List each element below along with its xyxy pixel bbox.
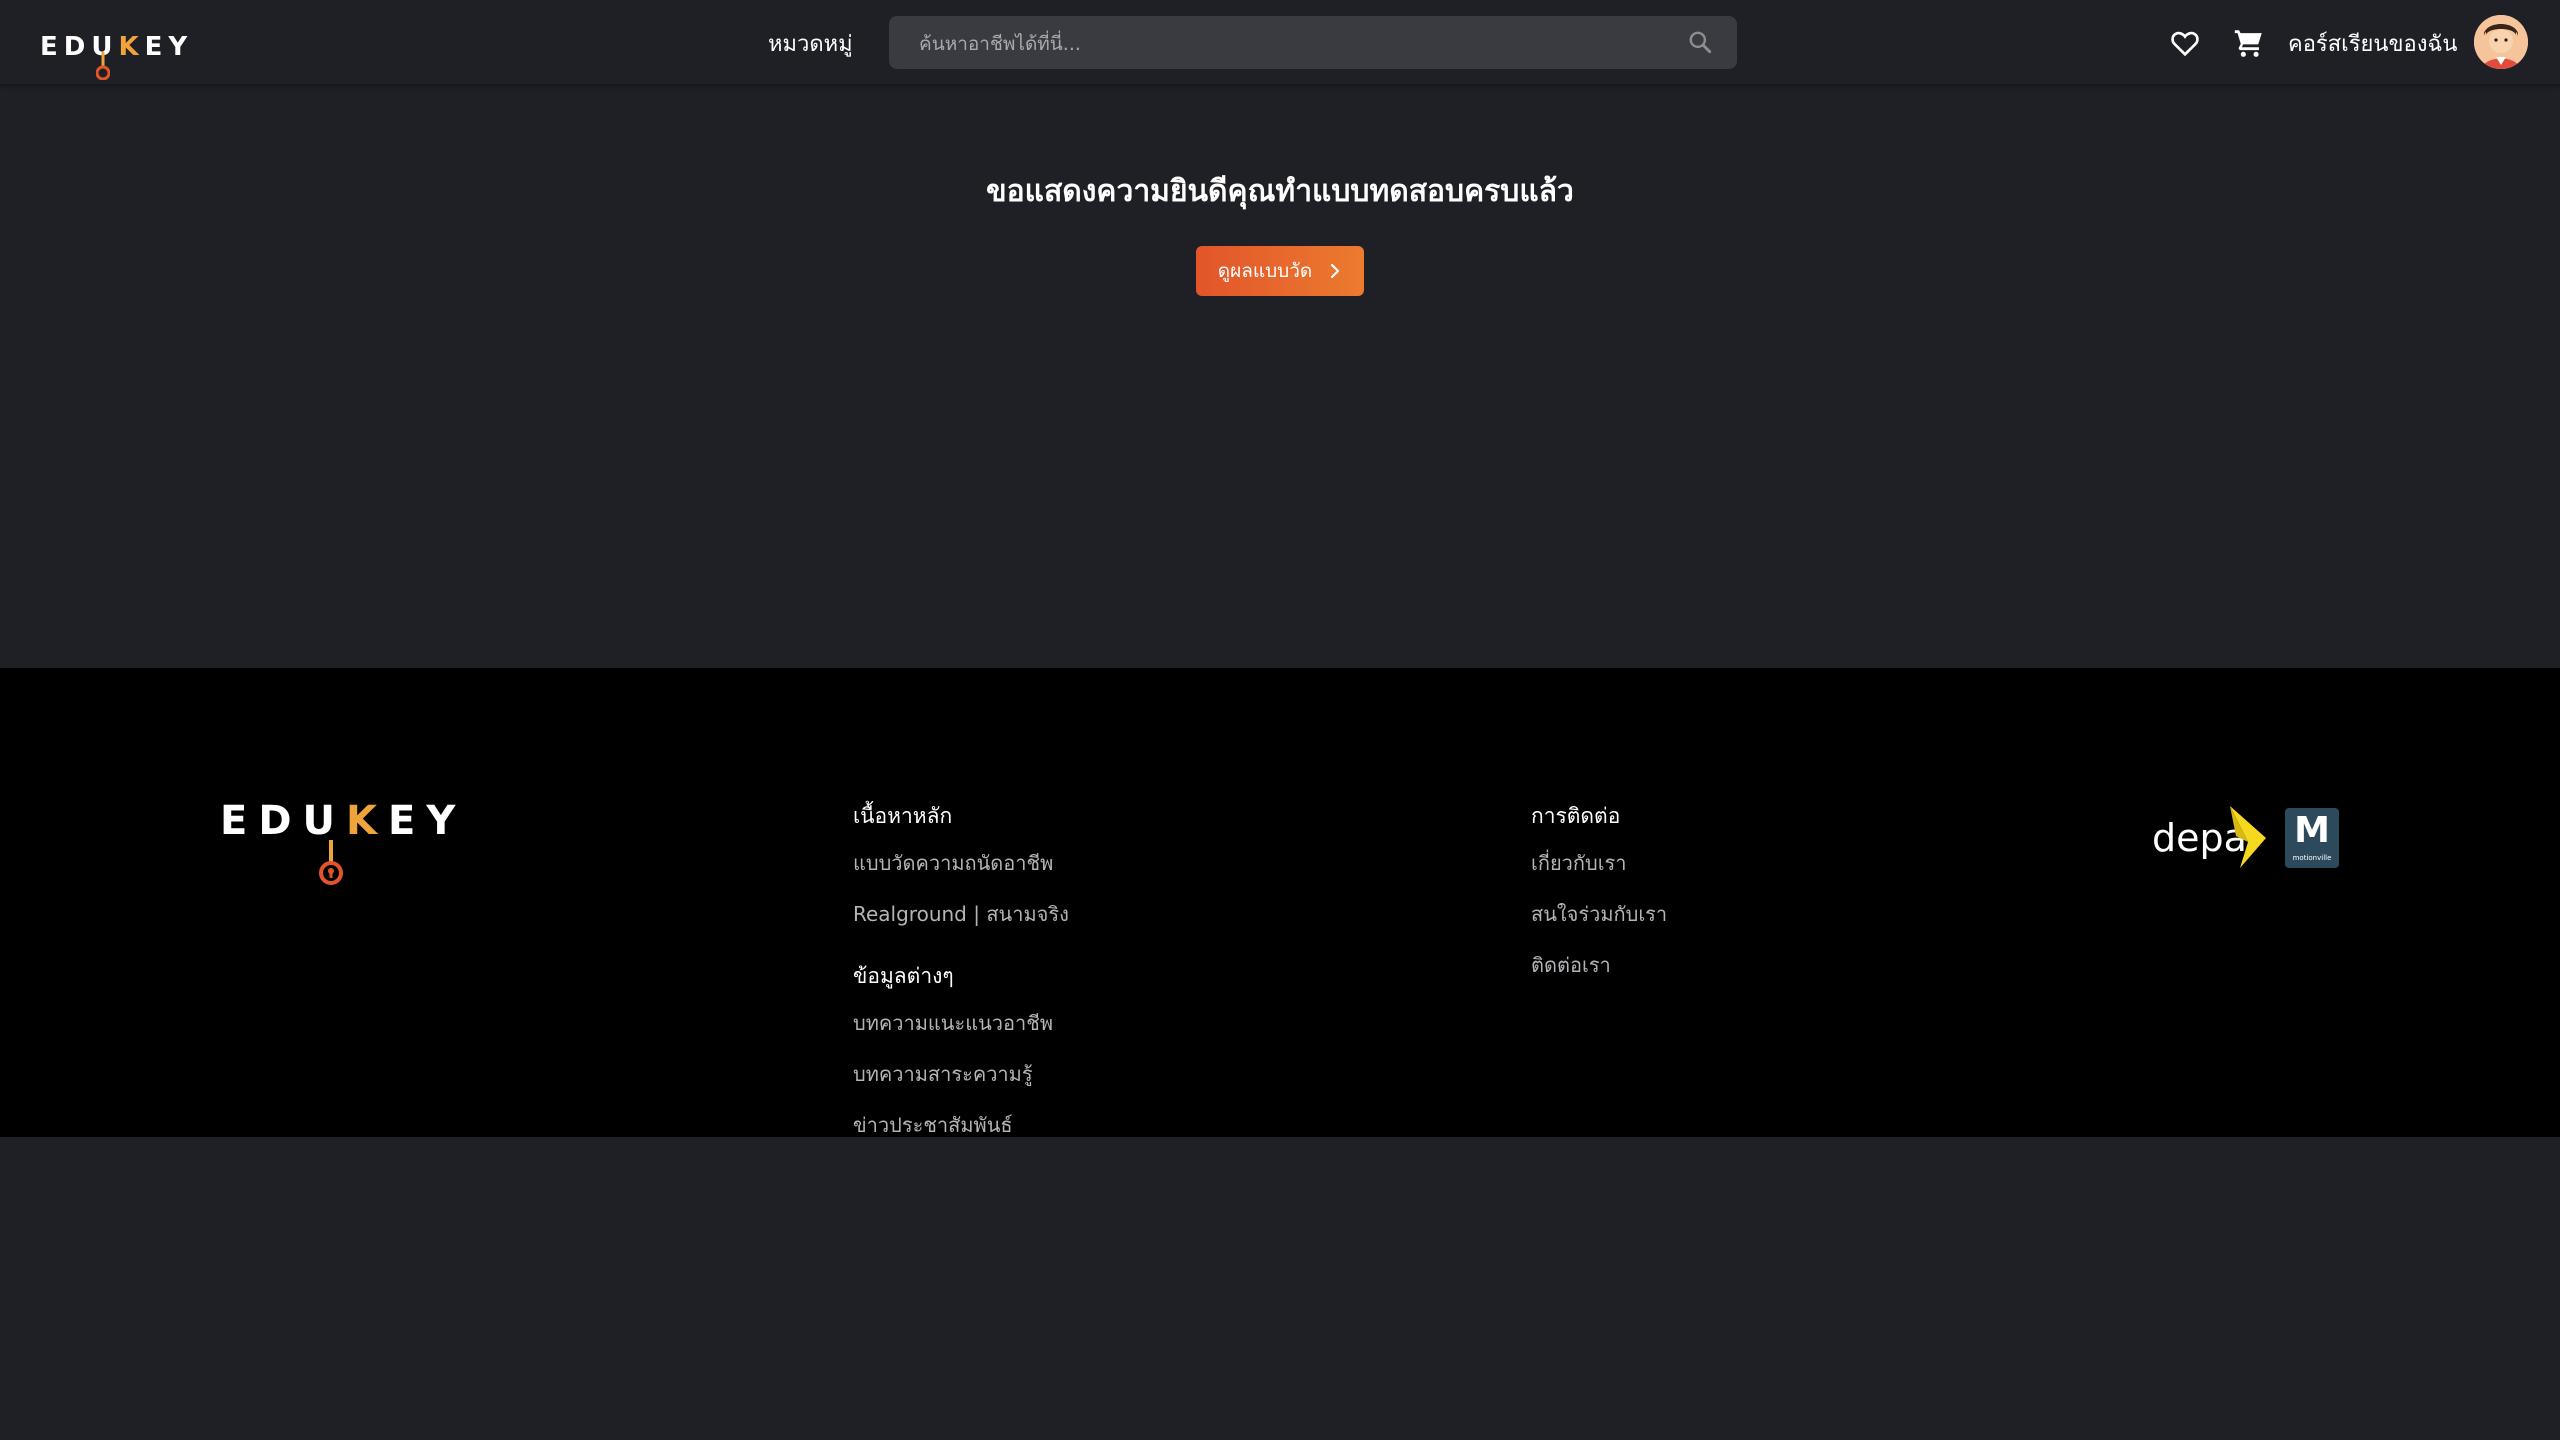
footer-link-press-news[interactable]: ข่าวประชาสัมพันธ์ (853, 1109, 1069, 1141)
search-icon[interactable] (1687, 29, 1713, 55)
avatar-illustration (2474, 15, 2528, 69)
footer-column-contact: การติดต่อ เกี่ยวกับเรา สนใจร่วมกับเรา ติ… (1531, 800, 1667, 1000)
user-avatar[interactable] (2474, 15, 2528, 69)
footer-link-career-articles[interactable]: บทความแนะแนวอาชีพ (853, 1007, 1069, 1039)
depa-arrow-icon (2230, 806, 2266, 868)
footer-heading-contact: การติดต่อ (1531, 804, 1621, 828)
footer-heading-main-content: เนื้อหาหลัก (853, 804, 953, 828)
motionville-logo[interactable]: M motionville (2285, 808, 2339, 868)
footer-link-contact-us[interactable]: ติดต่อเรา (1531, 949, 1667, 981)
my-courses-link[interactable]: คอร์สเรียนของฉัน (2288, 26, 2457, 61)
footer-link-partner-with-us[interactable]: สนใจร่วมกับเรา (1531, 898, 1667, 930)
cart-icon[interactable] (2232, 26, 2266, 60)
footer-column-content: เนื้อหาหลัก แบบวัดความถนัดอาชีพ Realgrou… (853, 800, 1069, 1160)
motionville-wordmark: motionville (2292, 854, 2332, 862)
footer-link-about-us[interactable]: เกี่ยวกับเรา (1531, 847, 1667, 879)
footer-edukey-logo[interactable]: EDUKEY (220, 798, 455, 908)
footer-link-knowledge-articles[interactable]: บทความสาระความรู้ (853, 1058, 1069, 1090)
search-bar[interactable] (889, 16, 1737, 71)
heart-icon[interactable] (2168, 27, 2202, 59)
top-navbar: EDUKEY หมวดหมู่ คอร์สเรียนของฉัน (0, 0, 2560, 85)
footer-link-aptitude-test[interactable]: แบบวัดความถนัดอาชีพ (853, 847, 1069, 879)
motionville-mark: M (2294, 810, 2330, 851)
edukey-logo[interactable]: EDUKEY (40, 26, 187, 82)
view-result-button[interactable]: ดูผลแบบวัด (1196, 246, 1364, 296)
footer-link-realground[interactable]: Realground | สนามจริง (853, 898, 1069, 930)
search-input[interactable] (917, 16, 1681, 71)
key-icon (319, 840, 343, 885)
footer-heading-info: ข้อมูลต่างๆ (853, 964, 954, 988)
key-icon (96, 52, 110, 80)
chevron-right-icon (1331, 263, 1340, 279)
category-menu[interactable]: หมวดหมู่ (768, 26, 853, 61)
logo-wordmark: EDUKEY (40, 32, 194, 62)
view-result-label: ดูผลแบบวัด (1217, 260, 1313, 282)
congratulations-title: ขอแสดงความยินดีคุณทำแบบทดสอบครบแล้ว (986, 174, 1574, 209)
footer-logo-wordmark: EDUKEY (220, 798, 467, 844)
footer: EDUKEY เนื้อหาหลัก แบบวัดความถนัดอาชีพ R… (0, 668, 2560, 1137)
depa-logo[interactable]: depa (2150, 802, 2270, 872)
